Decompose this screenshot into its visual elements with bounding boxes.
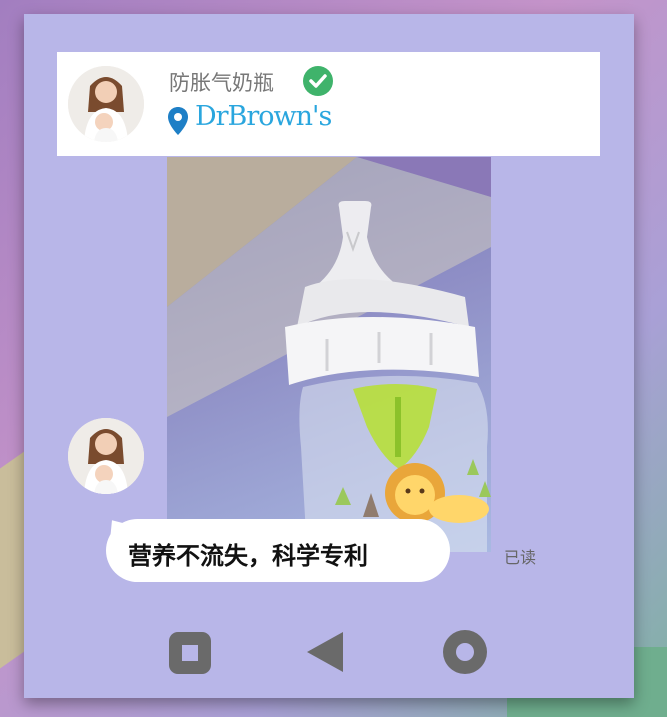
check-circle-icon bbox=[303, 66, 333, 96]
home-circle-icon[interactable] bbox=[442, 629, 488, 679]
avatar[interactable] bbox=[68, 66, 144, 142]
chat-title: 防胀气奶瓶 bbox=[169, 71, 274, 95]
location-pin-icon bbox=[167, 106, 189, 140]
back-triangle-icon[interactable] bbox=[305, 630, 345, 678]
avatar[interactable] bbox=[68, 418, 144, 494]
product-image[interactable] bbox=[167, 157, 491, 552]
brand-logo: DrBrown's bbox=[195, 101, 332, 132]
message-text: 营养不流失，科学专利 bbox=[128, 542, 368, 570]
chat-card: 防胀气奶瓶 DrBrown's 营养不流失，科学专利 已读 bbox=[24, 14, 634, 698]
read-status: 已读 bbox=[504, 548, 537, 567]
message-bubble[interactable]: 营养不流失，科学专利 bbox=[106, 519, 450, 582]
chat-header: 防胀气奶瓶 DrBrown's bbox=[57, 52, 600, 156]
square-icon[interactable] bbox=[168, 631, 212, 679]
